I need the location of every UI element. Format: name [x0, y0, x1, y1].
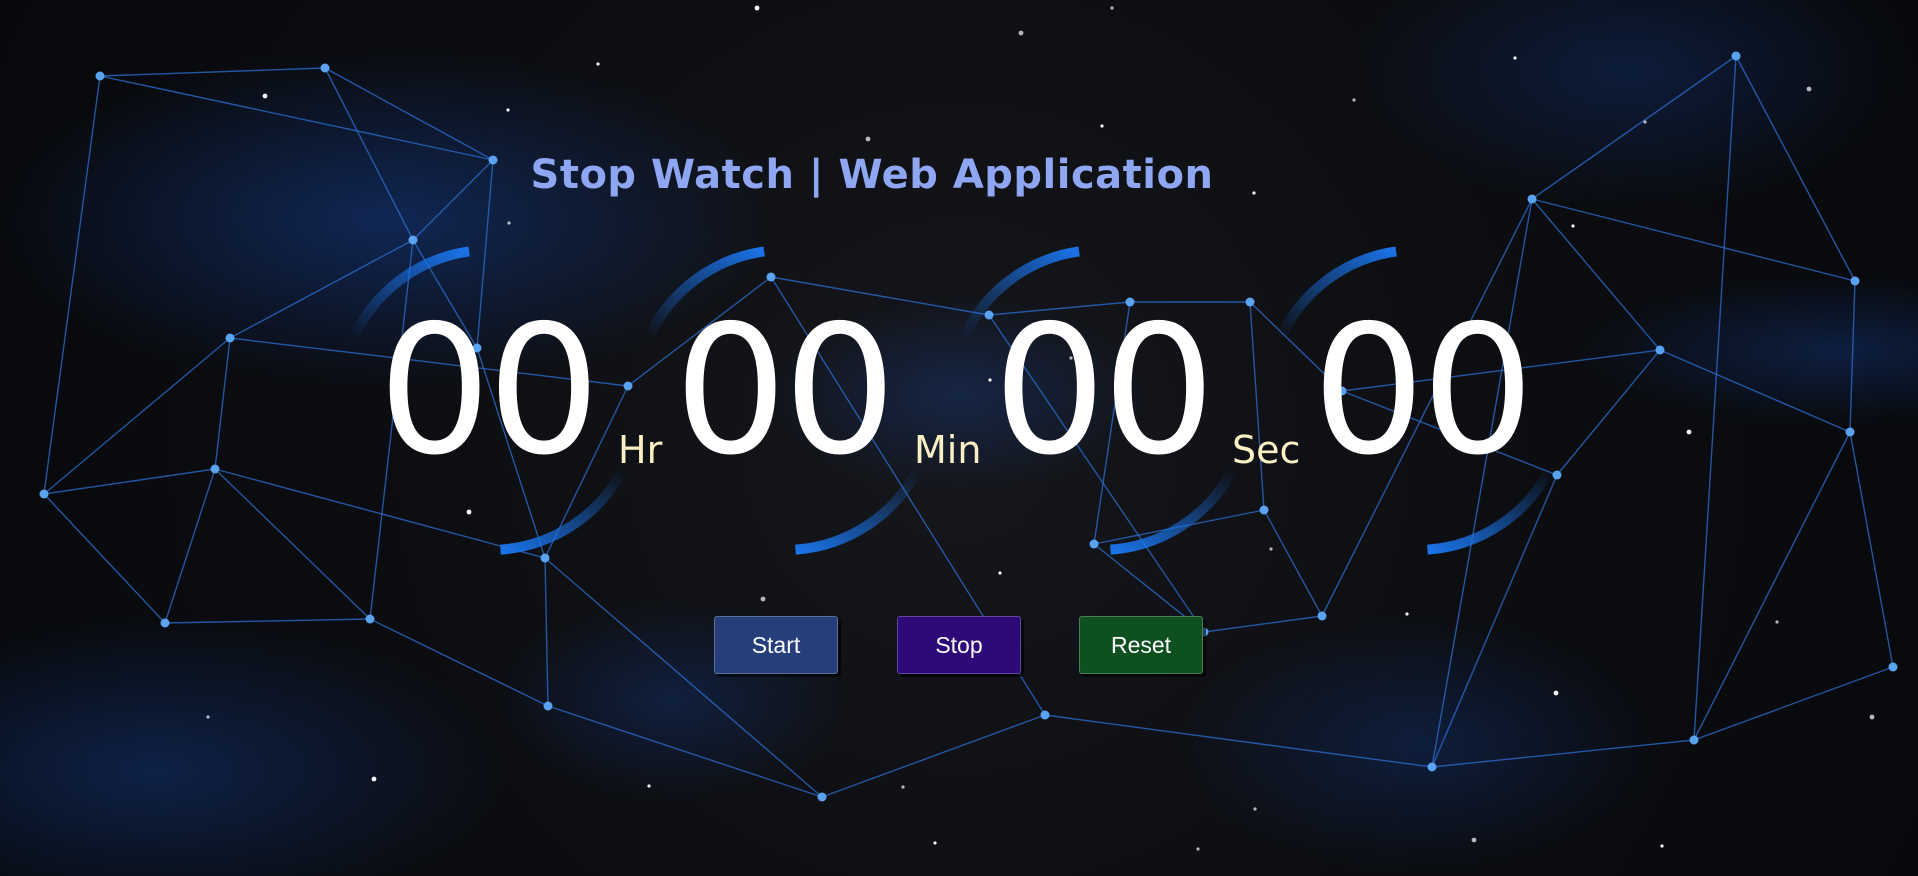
minutes-unit-label: Min: [914, 428, 982, 472]
hours-unit-label: Hr: [618, 428, 663, 472]
centiseconds-digits: 00: [1312, 287, 1534, 494]
timer-display: 00 Hr 00 Min 00 Sec 00: [0, 0, 1918, 876]
minutes-digits: 00: [674, 287, 896, 494]
stop-button[interactable]: Stop: [897, 616, 1021, 674]
seconds-unit-label: Sec: [1232, 428, 1301, 472]
seconds-digits: 00: [993, 287, 1215, 494]
hours-digits: 00: [378, 287, 600, 494]
reset-button[interactable]: Reset: [1079, 616, 1203, 674]
start-button[interactable]: Start: [714, 616, 838, 674]
stopwatch-page: Stop Watch | Web Application 00 Hr 00 Mi…: [0, 0, 1918, 876]
